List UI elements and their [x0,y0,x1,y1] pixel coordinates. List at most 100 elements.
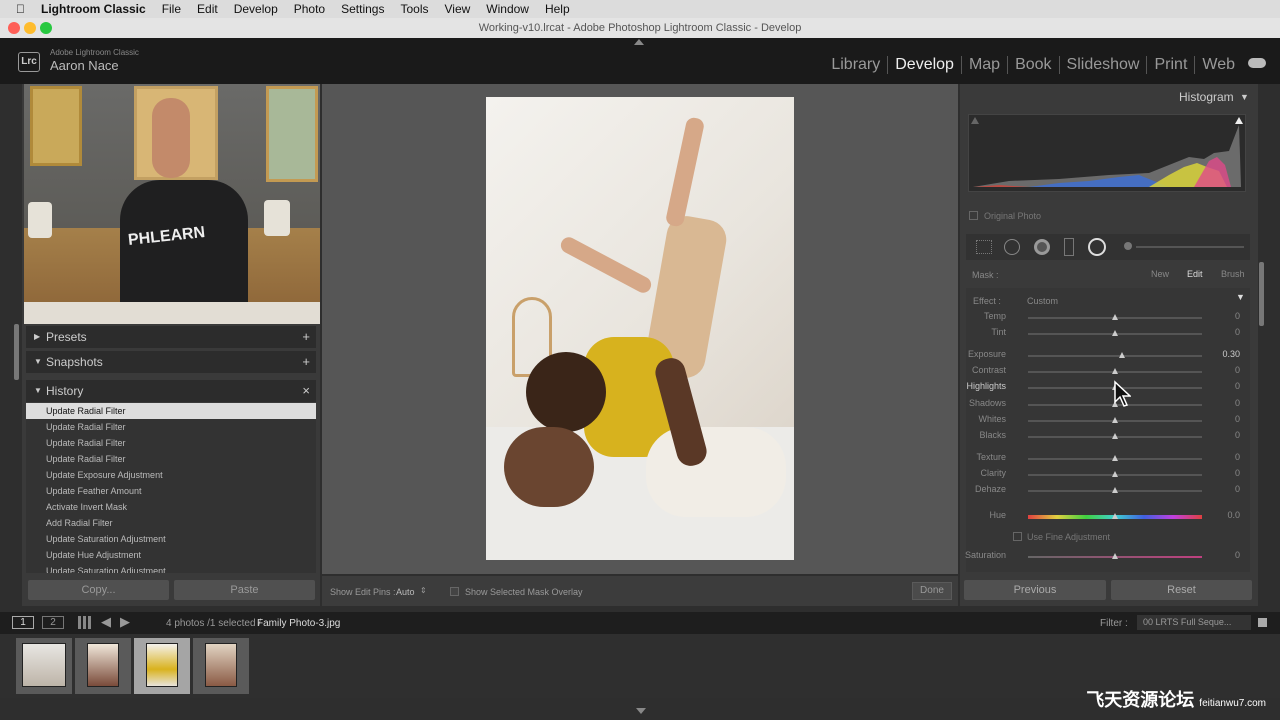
main-window-button[interactable]: 1 [12,616,34,629]
module-develop[interactable]: Develop [887,56,961,74]
highlight-clipping-icon[interactable] [1235,117,1243,124]
photo-preview[interactable] [486,97,794,560]
history-item[interactable]: Update Exposure Adjustment [26,467,316,483]
close-window-button[interactable] [8,22,20,34]
history-item[interactable]: Update Radial Filter [26,435,316,451]
history-item[interactable]: Update Radial Filter [26,403,316,419]
previous-button[interactable]: Previous [964,580,1106,600]
mask-overlay-checkbox[interactable] [450,587,459,596]
shadow-clipping-icon[interactable] [971,117,979,124]
slider-knob[interactable] [1112,487,1118,493]
slider-temp[interactable]: Temp 0 [968,311,1244,325]
effect-preset-select[interactable]: Custom [1027,296,1058,306]
history-item[interactable]: Update Radial Filter [26,419,316,435]
slider-value[interactable]: 0 [1235,414,1240,424]
slider-tint[interactable]: Tint 0 [968,327,1244,341]
history-panel-header[interactable]: ▼ History × [26,380,316,402]
slider-texture[interactable]: Texture 0 [968,452,1244,466]
history-item[interactable]: Add Radial Filter [26,515,316,531]
zoom-window-button[interactable] [40,22,52,34]
edit-pins-select[interactable]: Auto [396,587,415,597]
filter-select[interactable]: 00 LRTS Full Seque... [1137,615,1251,630]
menu-help[interactable]: Help [545,2,570,16]
secondary-window-button[interactable]: 2 [42,616,64,629]
slider-contrast[interactable]: Contrast 0 [968,365,1244,379]
filmstrip-thumbnail[interactable] [75,638,131,694]
slider-value[interactable]: 0 [1235,430,1240,440]
filmstrip-thumbnail[interactable] [193,638,249,694]
slider-knob[interactable] [1112,513,1118,519]
original-photo-checkbox[interactable] [969,211,978,220]
crop-tool-icon[interactable] [976,240,992,254]
history-item[interactable]: Update Saturation Adjustment [26,531,316,547]
filmstrip-thumbnail-selected[interactable] [134,638,190,694]
history-item[interactable]: Activate Invert Mask [26,499,316,515]
tool-slider-track[interactable] [1136,246,1244,248]
slider-highlights[interactable]: Highlights 0 [966,381,1244,395]
slider-value[interactable]: 0 [1235,468,1240,478]
menu-develop[interactable]: Develop [234,2,278,16]
bottom-panel-toggle-icon[interactable] [636,708,646,714]
cloud-icon[interactable] [1248,58,1266,68]
module-map[interactable]: Map [960,56,1007,74]
slider-knob[interactable] [1118,352,1125,358]
reset-button[interactable]: Reset [1111,580,1252,600]
slider-whites[interactable]: Whites 0 [968,414,1244,428]
slider-knob[interactable] [1112,553,1118,559]
slider-value[interactable]: 0 [1235,452,1240,462]
history-item[interactable]: Update Saturation Adjustment [26,563,316,573]
right-panel-scrollbar[interactable] [1259,262,1264,326]
slider-knob[interactable] [1112,314,1118,320]
module-library[interactable]: Library [824,56,887,74]
mask-new-button[interactable]: New [1151,269,1169,279]
grid-view-icon[interactable] [78,616,92,629]
slider-hue[interactable]: Hue 0.0 [968,510,1244,524]
selected-filename[interactable]: Family Photo-3.jpg [257,618,340,629]
menu-file[interactable]: File [162,2,181,16]
slider-shadows[interactable]: Shadows 0 [968,398,1244,412]
brush-tool-icon[interactable] [1124,242,1132,250]
spot-removal-icon[interactable] [1004,239,1020,255]
presets-panel-header[interactable]: ▶ Presets + [26,326,316,348]
menu-edit[interactable]: Edit [197,2,218,16]
slider-clarity[interactable]: Clarity 0 [968,468,1244,482]
slider-knob[interactable] [1112,471,1118,477]
slider-track[interactable] [1028,355,1202,357]
module-slideshow[interactable]: Slideshow [1058,56,1147,74]
filter-lock-icon[interactable] [1258,618,1267,627]
slider-value[interactable]: 0.0 [1227,510,1240,520]
app-menu[interactable]: Lightroom Classic [41,2,146,16]
slider-dehaze[interactable]: Dehaze 0 [968,484,1244,498]
forward-arrow-icon[interactable]: ▶ [120,614,130,630]
add-preset-icon[interactable]: + [302,326,310,348]
slider-value[interactable]: 0 [1235,398,1240,408]
slider-value[interactable]: 0 [1235,550,1240,560]
graduated-filter-icon[interactable] [1064,238,1074,256]
add-snapshot-icon[interactable]: + [302,351,310,373]
slider-value[interactable]: 0 [1235,327,1240,337]
slider-knob[interactable] [1112,330,1118,336]
top-panel-toggle-icon[interactable] [634,39,644,45]
slider-knob[interactable] [1112,417,1118,423]
module-book[interactable]: Book [1007,56,1058,74]
slider-value[interactable]: 0 [1235,381,1240,391]
menu-window[interactable]: Window [486,2,529,16]
radial-filter-icon[interactable] [1088,238,1106,256]
histogram-title[interactable]: Histogram [1179,90,1234,104]
slider-blacks[interactable]: Blacks 0 [968,430,1244,444]
collapse-triangle-icon[interactable]: ▼ [1240,92,1249,102]
menu-view[interactable]: View [444,2,470,16]
slider-value[interactable]: 0.30 [1222,349,1240,359]
slider-knob[interactable] [1112,368,1118,374]
collapse-triangle-icon[interactable]: ▼ [1236,292,1245,302]
module-print[interactable]: Print [1146,56,1194,74]
histogram[interactable] [968,114,1246,192]
minimize-window-button[interactable] [24,22,36,34]
left-panel-scrollbar[interactable] [14,324,19,380]
done-button[interactable]: Done [912,582,952,600]
history-item[interactable]: Update Hue Adjustment [26,547,316,563]
menu-settings[interactable]: Settings [341,2,384,16]
clear-history-icon[interactable]: × [302,380,310,402]
mask-brush-button[interactable]: Brush [1221,269,1245,279]
history-item[interactable]: Update Feather Amount [26,483,316,499]
